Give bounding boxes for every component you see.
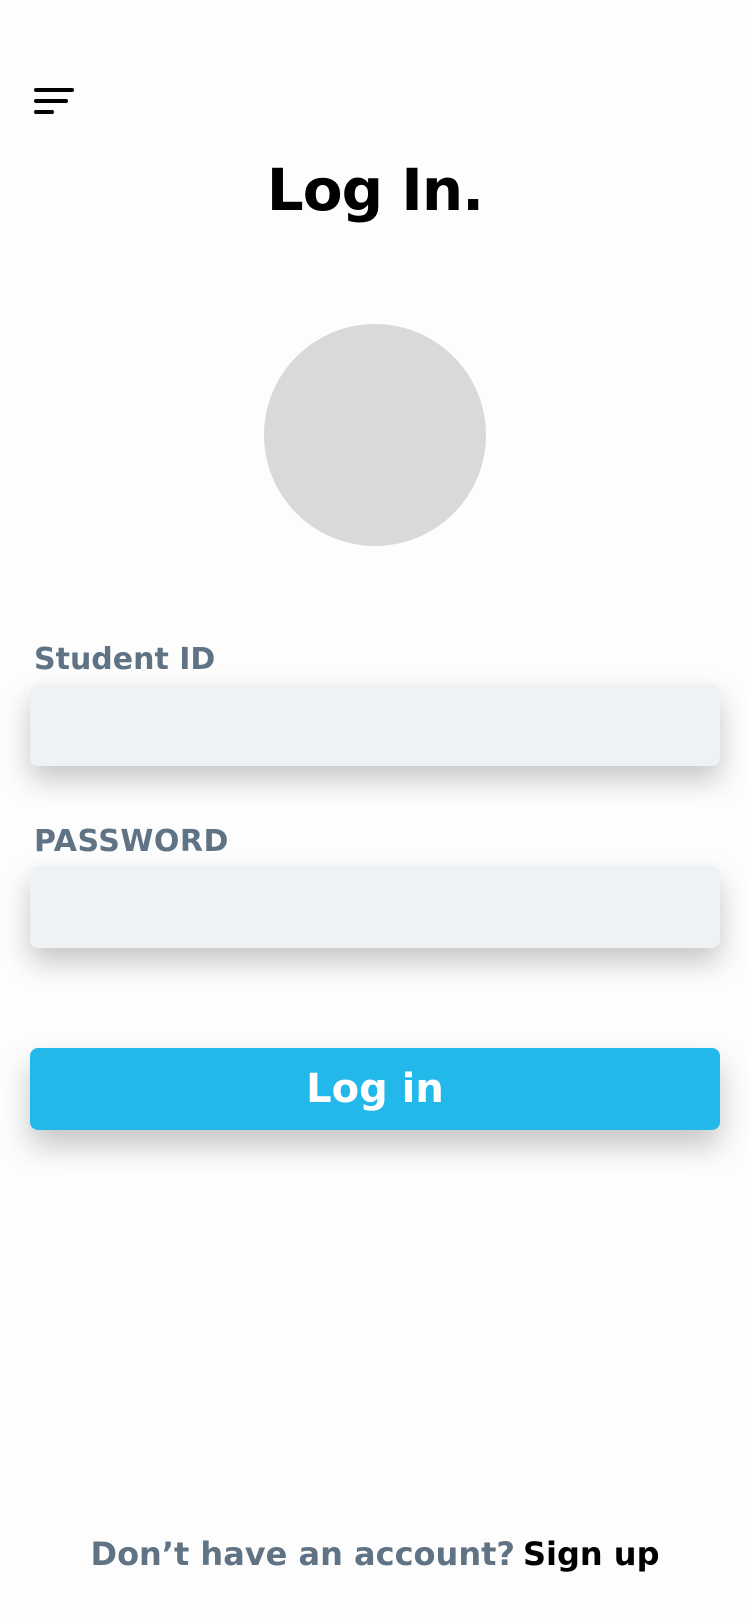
login-screen: Log In. Student ID PASSWORD Log in Don’t… — [0, 0, 750, 1624]
avatar — [264, 324, 486, 546]
page-title: Log In. — [266, 156, 484, 224]
password-field[interactable] — [30, 866, 720, 948]
signup-prompt-text: Don’t have an account? — [90, 1535, 515, 1573]
menu-line-top — [34, 88, 74, 92]
student-id-field[interactable] — [30, 684, 720, 766]
hamburger-menu-icon[interactable] — [32, 84, 76, 120]
student-id-label: Student ID — [34, 642, 216, 677]
menu-line-bottom — [34, 110, 54, 114]
password-label: PASSWORD — [34, 824, 229, 859]
signup-link[interactable]: Sign up — [523, 1535, 660, 1573]
login-button[interactable]: Log in — [30, 1048, 720, 1130]
menu-line-middle — [34, 99, 68, 103]
signup-prompt: Don’t have an account? Sign up — [0, 1535, 750, 1573]
